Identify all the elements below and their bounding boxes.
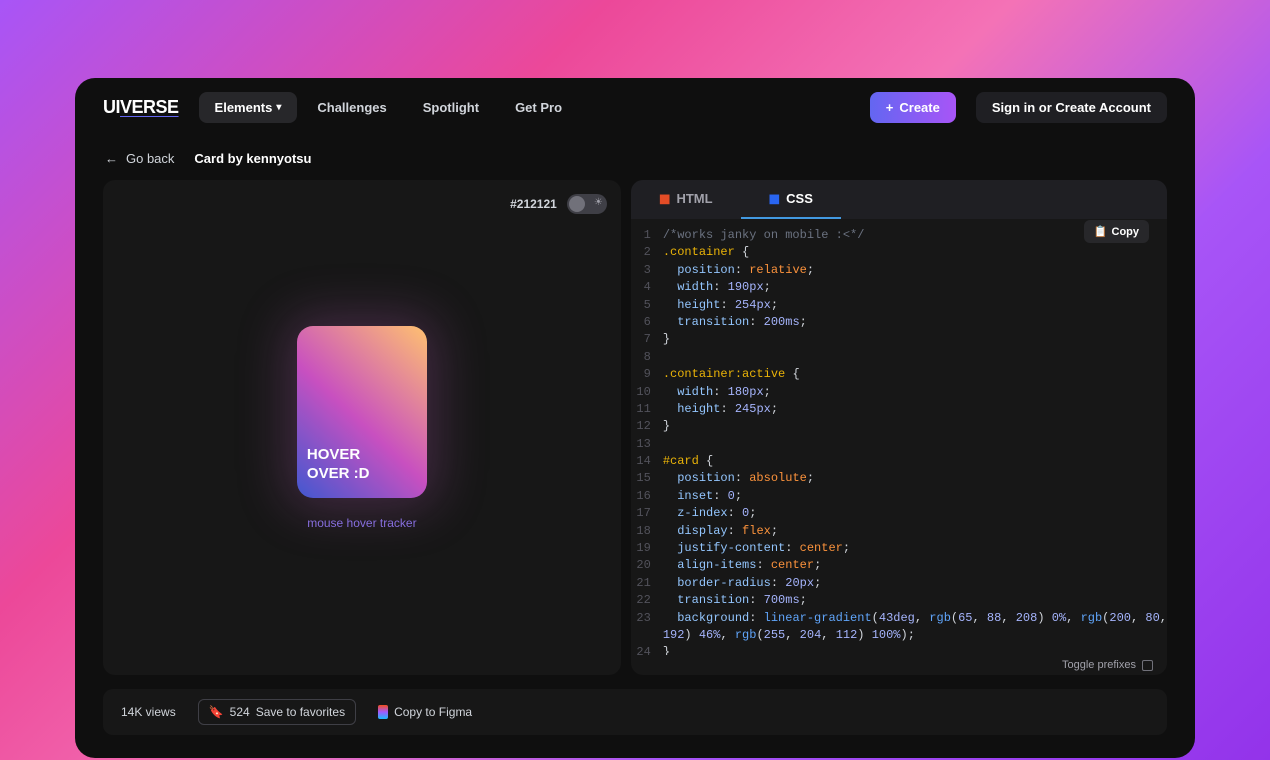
theme-toggle[interactable]: ☀ xyxy=(567,194,607,214)
code-line: 6 transition: 200ms; xyxy=(631,314,1167,331)
code-editor[interactable]: 1/*works janky on mobile :<*/2.container… xyxy=(631,219,1167,655)
go-back-link[interactable]: ←Go back xyxy=(105,151,174,166)
copy-figma-button[interactable]: Copy to Figma xyxy=(378,705,472,719)
code-line: 16 inset: 0; xyxy=(631,488,1167,505)
code-line: 22 transition: 700ms; xyxy=(631,592,1167,609)
code-line: 23 background: linear-gradient(43deg, rg… xyxy=(631,610,1167,627)
code-line: 11 height: 245px; xyxy=(631,401,1167,418)
page-title: Card by kennyotsu xyxy=(194,151,311,166)
logo[interactable]: UIVERSE xyxy=(103,97,179,118)
code-line: 9.container:active { xyxy=(631,366,1167,383)
code-line: 12} xyxy=(631,418,1167,435)
code-line: 3 position: relative; xyxy=(631,262,1167,279)
header: UIVERSE Elements▾ Challenges Spotlight G… xyxy=(75,78,1195,137)
demo-subtitle: mouse hover tracker xyxy=(307,516,416,530)
demo-card[interactable]: HOVER OVER :D xyxy=(297,326,427,498)
code-line: 14#card { xyxy=(631,453,1167,470)
create-button[interactable]: +Create xyxy=(870,92,956,123)
save-favorites-button[interactable]: 🔖 524 Save to favorites xyxy=(198,699,356,725)
copy-button[interactable]: 📋Copy xyxy=(1084,220,1149,243)
html-icon: ◼ xyxy=(659,190,671,207)
preview-pane: #212121 ☀ HOVER OVER :D mouse hover trac… xyxy=(103,180,621,675)
views-count: 14K views xyxy=(121,705,176,719)
main: #212121 ☀ HOVER OVER :D mouse hover trac… xyxy=(75,180,1195,675)
code-pane: ◼HTML ◼CSS 📋Copy 1/*works janky on mobil… xyxy=(631,180,1167,675)
bg-color-label: #212121 xyxy=(510,197,557,211)
code-line: 21 border-radius: 20px; xyxy=(631,575,1167,592)
code-line: 17 z-index: 0; xyxy=(631,505,1167,522)
demo-card-text: HOVER OVER :D xyxy=(307,445,417,484)
signin-button[interactable]: Sign in or Create Account xyxy=(976,92,1167,123)
footer-bar: 14K views 🔖 524 Save to favorites Copy t… xyxy=(103,689,1167,735)
code-line: 7} xyxy=(631,331,1167,348)
nav-challenges[interactable]: Challenges xyxy=(301,92,402,123)
code-tabs: ◼HTML ◼CSS xyxy=(631,180,1167,219)
app-window: UIVERSE Elements▾ Challenges Spotlight G… xyxy=(75,78,1195,758)
code-line: 2.container { xyxy=(631,244,1167,261)
chevron-down-icon: ▾ xyxy=(276,102,281,113)
sun-icon: ☀ xyxy=(594,197,603,208)
nav: Elements▾ Challenges Spotlight Get Pro xyxy=(199,92,579,123)
code-line: 8 xyxy=(631,349,1167,366)
preview-controls: #212121 ☀ xyxy=(510,194,607,214)
subheader: ←Go back Card by kennyotsu xyxy=(75,137,1195,180)
code-line: 20 align-items: center; xyxy=(631,557,1167,574)
code-line: 24} xyxy=(631,644,1167,655)
arrow-left-icon: ← xyxy=(105,151,118,166)
tab-css[interactable]: ◼CSS xyxy=(741,180,841,219)
plus-icon: + xyxy=(886,100,894,115)
code-line: 18 display: flex; xyxy=(631,523,1167,540)
toggle-prefixes[interactable]: Toggle prefixes xyxy=(631,655,1167,675)
nav-spotlight[interactable]: Spotlight xyxy=(407,92,495,123)
bookmark-icon: 🔖 xyxy=(209,705,224,719)
clipboard-icon: 📋 xyxy=(1094,225,1108,238)
code-line: 15 position: absolute; xyxy=(631,470,1167,487)
code-line: 4 width: 190px; xyxy=(631,279,1167,296)
checkbox-icon[interactable] xyxy=(1142,660,1153,671)
code-line: 192) 46%, rgb(255, 204, 112) 100%); xyxy=(631,627,1167,644)
code-line: 5 height: 254px; xyxy=(631,297,1167,314)
css-icon: ◼ xyxy=(769,190,781,207)
code-line: 10 width: 180px; xyxy=(631,384,1167,401)
figma-icon xyxy=(378,705,388,719)
nav-elements[interactable]: Elements▾ xyxy=(199,92,298,123)
code-line: 19 justify-content: center; xyxy=(631,540,1167,557)
nav-get-pro[interactable]: Get Pro xyxy=(499,92,578,123)
tab-html[interactable]: ◼HTML xyxy=(631,180,741,219)
code-line: 13 xyxy=(631,436,1167,453)
